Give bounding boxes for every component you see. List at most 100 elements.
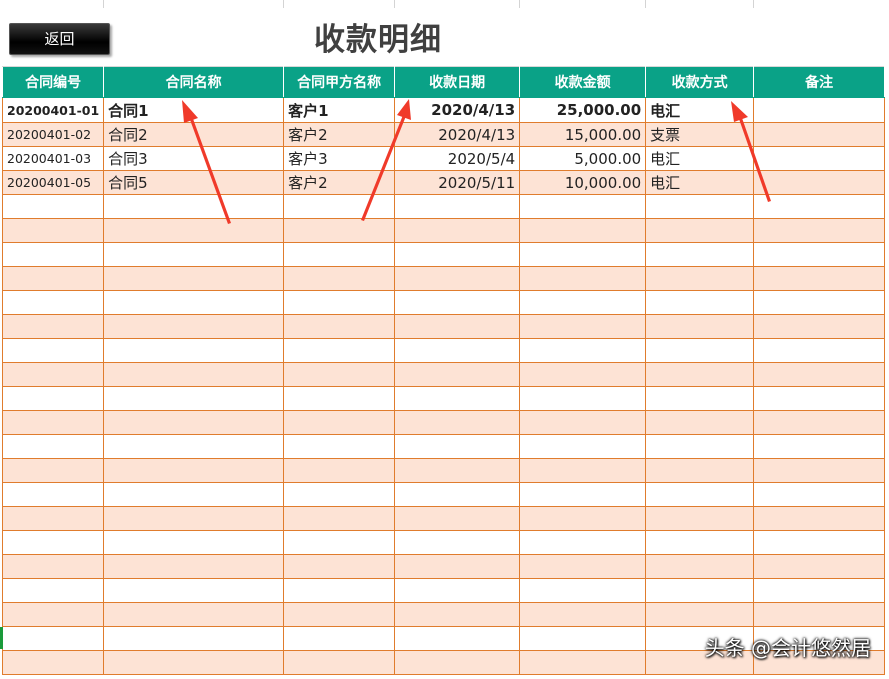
empty-cell[interactable] xyxy=(1,458,105,483)
empty-cell[interactable] xyxy=(1,314,105,339)
empty-cell[interactable] xyxy=(283,410,396,435)
empty-cell[interactable] xyxy=(519,266,647,291)
empty-cell[interactable] xyxy=(753,602,886,627)
empty-cell[interactable] xyxy=(519,554,647,579)
empty-cell[interactable] xyxy=(753,434,886,459)
empty-cell[interactable] xyxy=(283,482,396,507)
empty-cell[interactable] xyxy=(283,506,396,531)
empty-cell[interactable] xyxy=(103,386,285,411)
empty-cell[interactable] xyxy=(1,218,105,243)
empty-cell[interactable] xyxy=(753,290,886,315)
empty-cell[interactable] xyxy=(519,530,647,555)
empty-cell[interactable] xyxy=(519,506,647,531)
cell-receipt-method[interactable]: 电汇 xyxy=(645,146,755,171)
empty-cell[interactable] xyxy=(283,314,396,339)
empty-cell[interactable] xyxy=(103,218,285,243)
empty-cell[interactable] xyxy=(283,362,396,387)
empty-cell[interactable] xyxy=(394,434,521,459)
empty-cell[interactable] xyxy=(103,602,285,627)
empty-cell[interactable] xyxy=(753,266,886,291)
cell-contract-id[interactable]: 20200401-03 xyxy=(1,146,105,171)
empty-cell[interactable] xyxy=(103,194,285,219)
empty-cell[interactable] xyxy=(753,482,886,507)
empty-cell[interactable] xyxy=(519,626,647,651)
col-header-receipt-date[interactable]: 收款日期 xyxy=(394,66,521,98)
empty-cell[interactable] xyxy=(283,242,396,267)
empty-cell[interactable] xyxy=(1,434,105,459)
empty-cell[interactable] xyxy=(753,314,886,339)
cell-client-name[interactable]: 客户3 xyxy=(283,146,396,171)
cell-receipt-method[interactable]: 支票 xyxy=(645,122,755,147)
empty-cell[interactable] xyxy=(103,554,285,579)
empty-cell[interactable] xyxy=(1,194,105,219)
empty-cell[interactable] xyxy=(1,650,105,675)
empty-cell[interactable] xyxy=(1,410,105,435)
empty-cell[interactable] xyxy=(519,194,647,219)
empty-cell[interactable] xyxy=(645,602,755,627)
cell-receipt-amount[interactable]: 15,000.00 xyxy=(519,122,647,147)
cell-contract-name[interactable]: 合同5 xyxy=(103,170,285,195)
empty-cell[interactable] xyxy=(753,218,886,243)
empty-cell[interactable] xyxy=(103,578,285,603)
cell-note[interactable] xyxy=(753,170,886,195)
empty-cell[interactable] xyxy=(519,602,647,627)
empty-cell[interactable] xyxy=(753,554,886,579)
col-header-note[interactable]: 备注 xyxy=(753,66,886,98)
empty-cell[interactable] xyxy=(283,266,396,291)
empty-cell[interactable] xyxy=(394,314,521,339)
empty-cell[interactable] xyxy=(753,194,886,219)
empty-cell[interactable] xyxy=(283,554,396,579)
cell-contract-name[interactable]: 合同3 xyxy=(103,146,285,171)
empty-cell[interactable] xyxy=(519,362,647,387)
col-header-client-name[interactable]: 合同甲方名称 xyxy=(283,66,396,98)
cell-receipt-date[interactable]: 2020/5/4 xyxy=(394,146,521,171)
col-header-receipt-amount[interactable]: 收款金额 xyxy=(519,66,647,98)
empty-cell[interactable] xyxy=(103,650,285,675)
empty-cell[interactable] xyxy=(519,434,647,459)
cell-client-name[interactable]: 客户2 xyxy=(283,170,396,195)
empty-cell[interactable] xyxy=(103,362,285,387)
empty-cell[interactable] xyxy=(394,386,521,411)
empty-cell[interactable] xyxy=(1,506,105,531)
empty-cell[interactable] xyxy=(519,650,647,675)
cell-note[interactable] xyxy=(753,146,886,171)
empty-cell[interactable] xyxy=(1,578,105,603)
empty-cell[interactable] xyxy=(753,458,886,483)
empty-cell[interactable] xyxy=(283,626,396,651)
empty-cell[interactable] xyxy=(394,338,521,363)
cell-client-name[interactable]: 客户2 xyxy=(283,122,396,147)
cell-receipt-amount[interactable]: 5,000.00 xyxy=(519,146,647,171)
empty-cell[interactable] xyxy=(103,266,285,291)
empty-cell[interactable] xyxy=(394,578,521,603)
cell-contract-name[interactable]: 合同1 xyxy=(103,97,285,123)
empty-cell[interactable] xyxy=(394,650,521,675)
empty-cell[interactable] xyxy=(753,410,886,435)
empty-cell[interactable] xyxy=(283,458,396,483)
empty-cell[interactable] xyxy=(283,578,396,603)
empty-cell[interactable] xyxy=(394,362,521,387)
col-header-contract-id[interactable]: 合同编号 xyxy=(1,66,105,98)
empty-cell[interactable] xyxy=(283,290,396,315)
col-header-receipt-method[interactable]: 收款方式 xyxy=(645,66,755,98)
empty-cell[interactable] xyxy=(645,410,755,435)
empty-cell[interactable] xyxy=(645,338,755,363)
empty-cell[interactable] xyxy=(394,218,521,243)
empty-cell[interactable] xyxy=(283,194,396,219)
empty-cell[interactable] xyxy=(645,362,755,387)
empty-cell[interactable] xyxy=(645,290,755,315)
empty-cell[interactable] xyxy=(394,530,521,555)
back-button[interactable]: 返回 xyxy=(9,23,110,55)
empty-cell[interactable] xyxy=(519,386,647,411)
empty-cell[interactable] xyxy=(103,530,285,555)
empty-cell[interactable] xyxy=(103,314,285,339)
empty-cell[interactable] xyxy=(519,458,647,483)
empty-cell[interactable] xyxy=(645,434,755,459)
cell-note[interactable] xyxy=(753,97,886,123)
empty-cell[interactable] xyxy=(753,386,886,411)
empty-cell[interactable] xyxy=(753,578,886,603)
cell-receipt-amount[interactable]: 25,000.00 xyxy=(519,97,647,123)
empty-cell[interactable] xyxy=(394,506,521,531)
cell-receipt-method[interactable]: 电汇 xyxy=(645,170,755,195)
empty-cell[interactable] xyxy=(519,314,647,339)
empty-cell[interactable] xyxy=(519,482,647,507)
